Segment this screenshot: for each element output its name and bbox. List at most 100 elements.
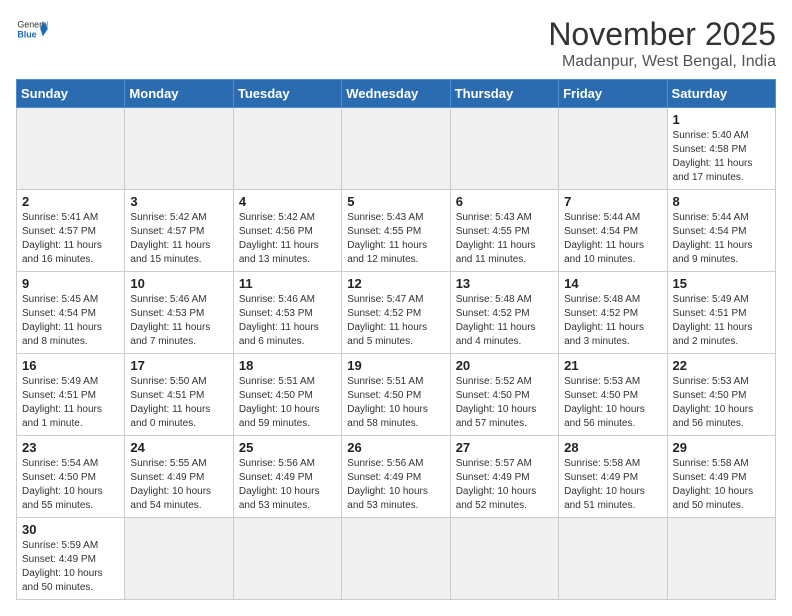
day-info: Sunrise: 5:55 AM Sunset: 4:49 PM Dayligh… <box>130 457 227 513</box>
day-info: Sunrise: 5:56 AM Sunset: 4:49 PM Dayligh… <box>239 457 336 513</box>
calendar-cell: 13 Sunrise: 5:48 AM Sunset: 4:52 PM Dayli… <box>450 272 558 354</box>
day-info: Sunrise: 5:53 AM Sunset: 4:50 PM Dayligh… <box>564 375 661 431</box>
day-info: Sunrise: 5:49 AM Sunset: 4:51 PM Dayligh… <box>22 375 119 431</box>
calendar-cell: 18 Sunrise: 5:51 AM Sunset: 4:50 PM Dayli… <box>233 354 341 436</box>
calendar-cell <box>450 518 558 600</box>
day-info: Sunrise: 5:44 AM Sunset: 4:54 PM Dayligh… <box>564 211 661 267</box>
day-info: Sunrise: 5:43 AM Sunset: 4:55 PM Dayligh… <box>456 211 553 267</box>
day-number: 21 <box>564 358 661 373</box>
calendar-cell: 27Sunrise: 5:57 AM Sunset: 4:49 PM Dayli… <box>450 436 558 518</box>
day-number: 28 <box>564 440 661 455</box>
calendar-row: 9Sunrise: 5:45 AM Sunset: 4:54 PM Daylig… <box>17 272 776 354</box>
day-info: Sunrise: 5:53 AM Sunset: 4:50 PM Dayligh… <box>673 375 770 431</box>
day-info: Sunrise: 5:42 AM Sunset: 4:57 PM Dayligh… <box>130 211 227 267</box>
weekday-tuesday: Tuesday <box>233 80 341 108</box>
day-number: 26 <box>347 440 444 455</box>
calendar-cell: 24Sunrise: 5:55 AM Sunset: 4:49 PM Dayli… <box>125 436 233 518</box>
day-number: 13 <box>456 276 553 291</box>
day-number: 30 <box>22 522 119 537</box>
day-number: 22 <box>673 358 770 373</box>
weekday-header-row: SundayMondayTuesdayWednesdayThursdayFrid… <box>17 80 776 108</box>
calendar-cell: 26 Sunrise: 5:56 AM Sunset: 4:49 PM Dayli… <box>342 436 450 518</box>
day-info: Sunrise: 5:59 AM Sunset: 4:49 PM Dayligh… <box>22 539 119 595</box>
day-number: 17 <box>130 358 227 373</box>
calendar-cell: 23 Sunrise: 5:54 AM Sunset: 4:50 PM Dayli… <box>17 436 125 518</box>
calendar-cell: 5 Sunrise: 5:43 AM Sunset: 4:55 PM Daylig… <box>342 190 450 272</box>
logo-icon: General Blue <box>16 16 48 44</box>
calendar-cell: 29Sunrise: 5:58 AM Sunset: 4:49 PM Dayli… <box>667 436 775 518</box>
calendar-cell: 21 Sunrise: 5:53 AM Sunset: 4:50 PM Dayli… <box>559 354 667 436</box>
calendar-cell <box>233 108 341 190</box>
location-title: Madanpur, West Bengal, India <box>548 53 776 71</box>
day-info: Sunrise: 5:49 AM Sunset: 4:51 PM Dayligh… <box>673 293 770 349</box>
day-number: 11 <box>239 276 336 291</box>
calendar-cell <box>559 518 667 600</box>
weekday-saturday: Saturday <box>667 80 775 108</box>
day-info: Sunrise: 5:41 AM Sunset: 4:57 PM Dayligh… <box>22 211 119 267</box>
day-info: Sunrise: 5:50 AM Sunset: 4:51 PM Dayligh… <box>130 375 227 431</box>
day-info: Sunrise: 5:51 AM Sunset: 4:50 PM Dayligh… <box>347 375 444 431</box>
calendar-row: 2 Sunrise: 5:41 AM Sunset: 4:57 PM Daylig… <box>17 190 776 272</box>
day-info: Sunrise: 5:40 AM Sunset: 4:58 PM Dayligh… <box>673 129 770 185</box>
calendar-cell: 22 Sunrise: 5:53 AM Sunset: 4:50 PM Dayli… <box>667 354 775 436</box>
month-title: November 2025 <box>548 16 776 53</box>
calendar-cell <box>667 518 775 600</box>
day-info: Sunrise: 5:42 AM Sunset: 4:56 PM Dayligh… <box>239 211 336 267</box>
day-info: Sunrise: 5:43 AM Sunset: 4:55 PM Dayligh… <box>347 211 444 267</box>
calendar-cell: 6 Sunrise: 5:43 AM Sunset: 4:55 PM Daylig… <box>450 190 558 272</box>
calendar-cell <box>233 518 341 600</box>
calendar-row: 16 Sunrise: 5:49 AM Sunset: 4:51 PM Dayli… <box>17 354 776 436</box>
day-info: Sunrise: 5:48 AM Sunset: 4:52 PM Dayligh… <box>456 293 553 349</box>
day-info: Sunrise: 5:56 AM Sunset: 4:49 PM Dayligh… <box>347 457 444 513</box>
day-number: 2 <box>22 194 119 209</box>
day-number: 15 <box>673 276 770 291</box>
day-info: Sunrise: 5:51 AM Sunset: 4:50 PM Dayligh… <box>239 375 336 431</box>
day-number: 14 <box>564 276 661 291</box>
calendar-cell: 30 Sunrise: 5:59 AM Sunset: 4:49 PM Dayli… <box>17 518 125 600</box>
day-number: 27 <box>456 440 553 455</box>
title-block: November 2025 Madanpur, West Bengal, Ind… <box>548 16 776 71</box>
day-info: Sunrise: 5:46 AM Sunset: 4:53 PM Dayligh… <box>130 293 227 349</box>
day-number: 16 <box>22 358 119 373</box>
day-number: 4 <box>239 194 336 209</box>
calendar-cell <box>450 108 558 190</box>
calendar-cell: 20 Sunrise: 5:52 AM Sunset: 4:50 PM Dayli… <box>450 354 558 436</box>
day-number: 18 <box>239 358 336 373</box>
day-info: Sunrise: 5:52 AM Sunset: 4:50 PM Dayligh… <box>456 375 553 431</box>
day-number: 10 <box>130 276 227 291</box>
page-header: General Blue November 2025 Madanpur, Wes… <box>16 16 776 71</box>
day-number: 6 <box>456 194 553 209</box>
day-info: Sunrise: 5:45 AM Sunset: 4:54 PM Dayligh… <box>22 293 119 349</box>
day-info: Sunrise: 5:58 AM Sunset: 4:49 PM Dayligh… <box>564 457 661 513</box>
day-number: 20 <box>456 358 553 373</box>
calendar-cell: 14 Sunrise: 5:48 AM Sunset: 4:52 PM Dayli… <box>559 272 667 354</box>
day-info: Sunrise: 5:48 AM Sunset: 4:52 PM Dayligh… <box>564 293 661 349</box>
day-number: 1 <box>673 112 770 127</box>
day-number: 8 <box>673 194 770 209</box>
calendar-row: 30 Sunrise: 5:59 AM Sunset: 4:49 PM Dayli… <box>17 518 776 600</box>
calendar-row: 23 Sunrise: 5:54 AM Sunset: 4:50 PM Dayli… <box>17 436 776 518</box>
calendar-cell: 8Sunrise: 5:44 AM Sunset: 4:54 PM Daylig… <box>667 190 775 272</box>
calendar-cell: 25 Sunrise: 5:56 AM Sunset: 4:49 PM Dayli… <box>233 436 341 518</box>
weekday-friday: Friday <box>559 80 667 108</box>
day-info: Sunrise: 5:46 AM Sunset: 4:53 PM Dayligh… <box>239 293 336 349</box>
day-number: 5 <box>347 194 444 209</box>
calendar-cell <box>559 108 667 190</box>
calendar-cell: 16 Sunrise: 5:49 AM Sunset: 4:51 PM Dayli… <box>17 354 125 436</box>
calendar-cell: 11 Sunrise: 5:46 AM Sunset: 4:53 PM Dayli… <box>233 272 341 354</box>
weekday-monday: Monday <box>125 80 233 108</box>
calendar-cell: 4 Sunrise: 5:42 AM Sunset: 4:56 PM Daylig… <box>233 190 341 272</box>
day-number: 25 <box>239 440 336 455</box>
calendar-cell: 9Sunrise: 5:45 AM Sunset: 4:54 PM Daylig… <box>17 272 125 354</box>
calendar-cell <box>342 108 450 190</box>
calendar-cell: 2 Sunrise: 5:41 AM Sunset: 4:57 PM Daylig… <box>17 190 125 272</box>
day-number: 23 <box>22 440 119 455</box>
calendar-cell: 12Sunrise: 5:47 AM Sunset: 4:52 PM Dayli… <box>342 272 450 354</box>
day-info: Sunrise: 5:58 AM Sunset: 4:49 PM Dayligh… <box>673 457 770 513</box>
calendar-cell: 3Sunrise: 5:42 AM Sunset: 4:57 PM Daylig… <box>125 190 233 272</box>
logo: General Blue <box>16 16 48 44</box>
weekday-sunday: Sunday <box>17 80 125 108</box>
day-info: Sunrise: 5:54 AM Sunset: 4:50 PM Dayligh… <box>22 457 119 513</box>
calendar-row: 1 Sunrise: 5:40 AM Sunset: 4:58 PM Daylig… <box>17 108 776 190</box>
calendar-cell <box>342 518 450 600</box>
